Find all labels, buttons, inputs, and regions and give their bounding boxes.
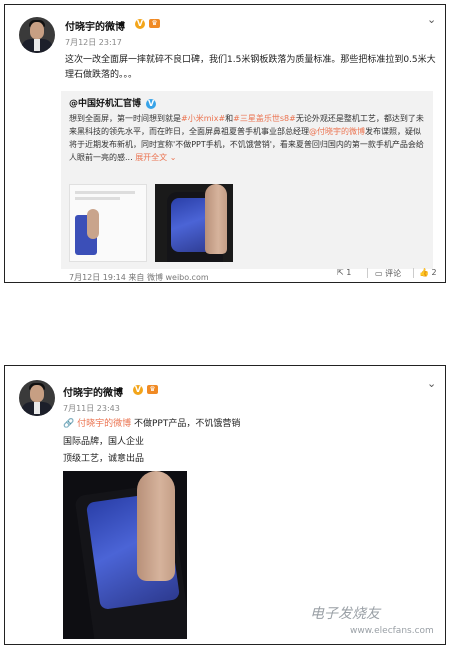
screenshot-thumbnail[interactable] [69,184,147,262]
post-time[interactable]: 7月12日 23:17 [65,37,122,48]
post-time[interactable]: 7月11日 23:43 [63,403,120,414]
phone-photo[interactable] [63,471,187,639]
vip-crown-icon: ♛ [149,19,160,28]
divider [413,268,414,278]
verified-blue-icon: V [146,99,157,109]
topic-link-mix[interactable]: #小米mix# [181,114,225,123]
chevron-down-icon[interactable]: ⌄ [427,13,436,26]
phone-photo-thumbnail[interactable] [155,184,233,262]
quoted-text: 想到全面屏，第一时间想到就是#小米mix#和#三星盖乐世s8#无论外观还是整机工… [69,114,424,162]
divider [367,268,368,278]
vip-crown-icon: ♛ [147,385,158,394]
post-line-1: 🔗 付晓宇的微博 不做PPT产品，不饥饿营销 [63,419,241,429]
verified-icon: V [135,19,145,29]
watermark-logo: 电子发烧友 [310,606,380,622]
avatar[interactable] [19,380,55,416]
post-line-2: 国际品牌，国人企业 [63,437,145,447]
author-name[interactable]: 付晓宇的微博 [63,384,123,399]
post-line-3: 顶级工艺，诚意出品 [63,454,145,464]
quoted-post[interactable]: @中国好机汇官博 V 想到全面屏，第一时间想到就是#小米mix#和#三星盖乐世s… [61,91,433,282]
expand-link[interactable]: 展开全文 ⌄ [135,153,176,162]
post-card-1: 付晓宇的微博 V ♛ ⌄ 7月12日 23:17 这次一改全面屏一摔就碎不良口碑… [4,4,446,283]
verified-icon: V [133,385,143,395]
author-name[interactable]: 付晓宇的微博 [65,18,125,33]
chevron-down-icon[interactable]: ⌄ [427,377,436,390]
comment-button[interactable]: ▭ 评论 [375,268,401,279]
mention-link[interactable]: 🔗 付晓宇的微博 [63,419,131,429]
topic-link-s8[interactable]: #三星盖乐世s8# [233,114,296,123]
mention-link[interactable]: @付晓宇的微博 [309,127,365,136]
like-button[interactable]: 👍 2 [419,268,437,277]
quoted-author[interactable]: @中国好机汇官博 V [69,96,157,109]
watermark-site: www.elecfans.com [350,626,434,636]
quoted-meta: 7月12日 19:14 来自 微博 weibo.com [69,273,209,282]
post-text: 这次一改全面屏一摔就碎不良口碑，我们1.5米钢板跌落为质量标准。那些把标准拉到0… [65,55,436,80]
repost-button[interactable]: ⇱ 1 [337,268,351,277]
avatar[interactable] [19,17,55,53]
